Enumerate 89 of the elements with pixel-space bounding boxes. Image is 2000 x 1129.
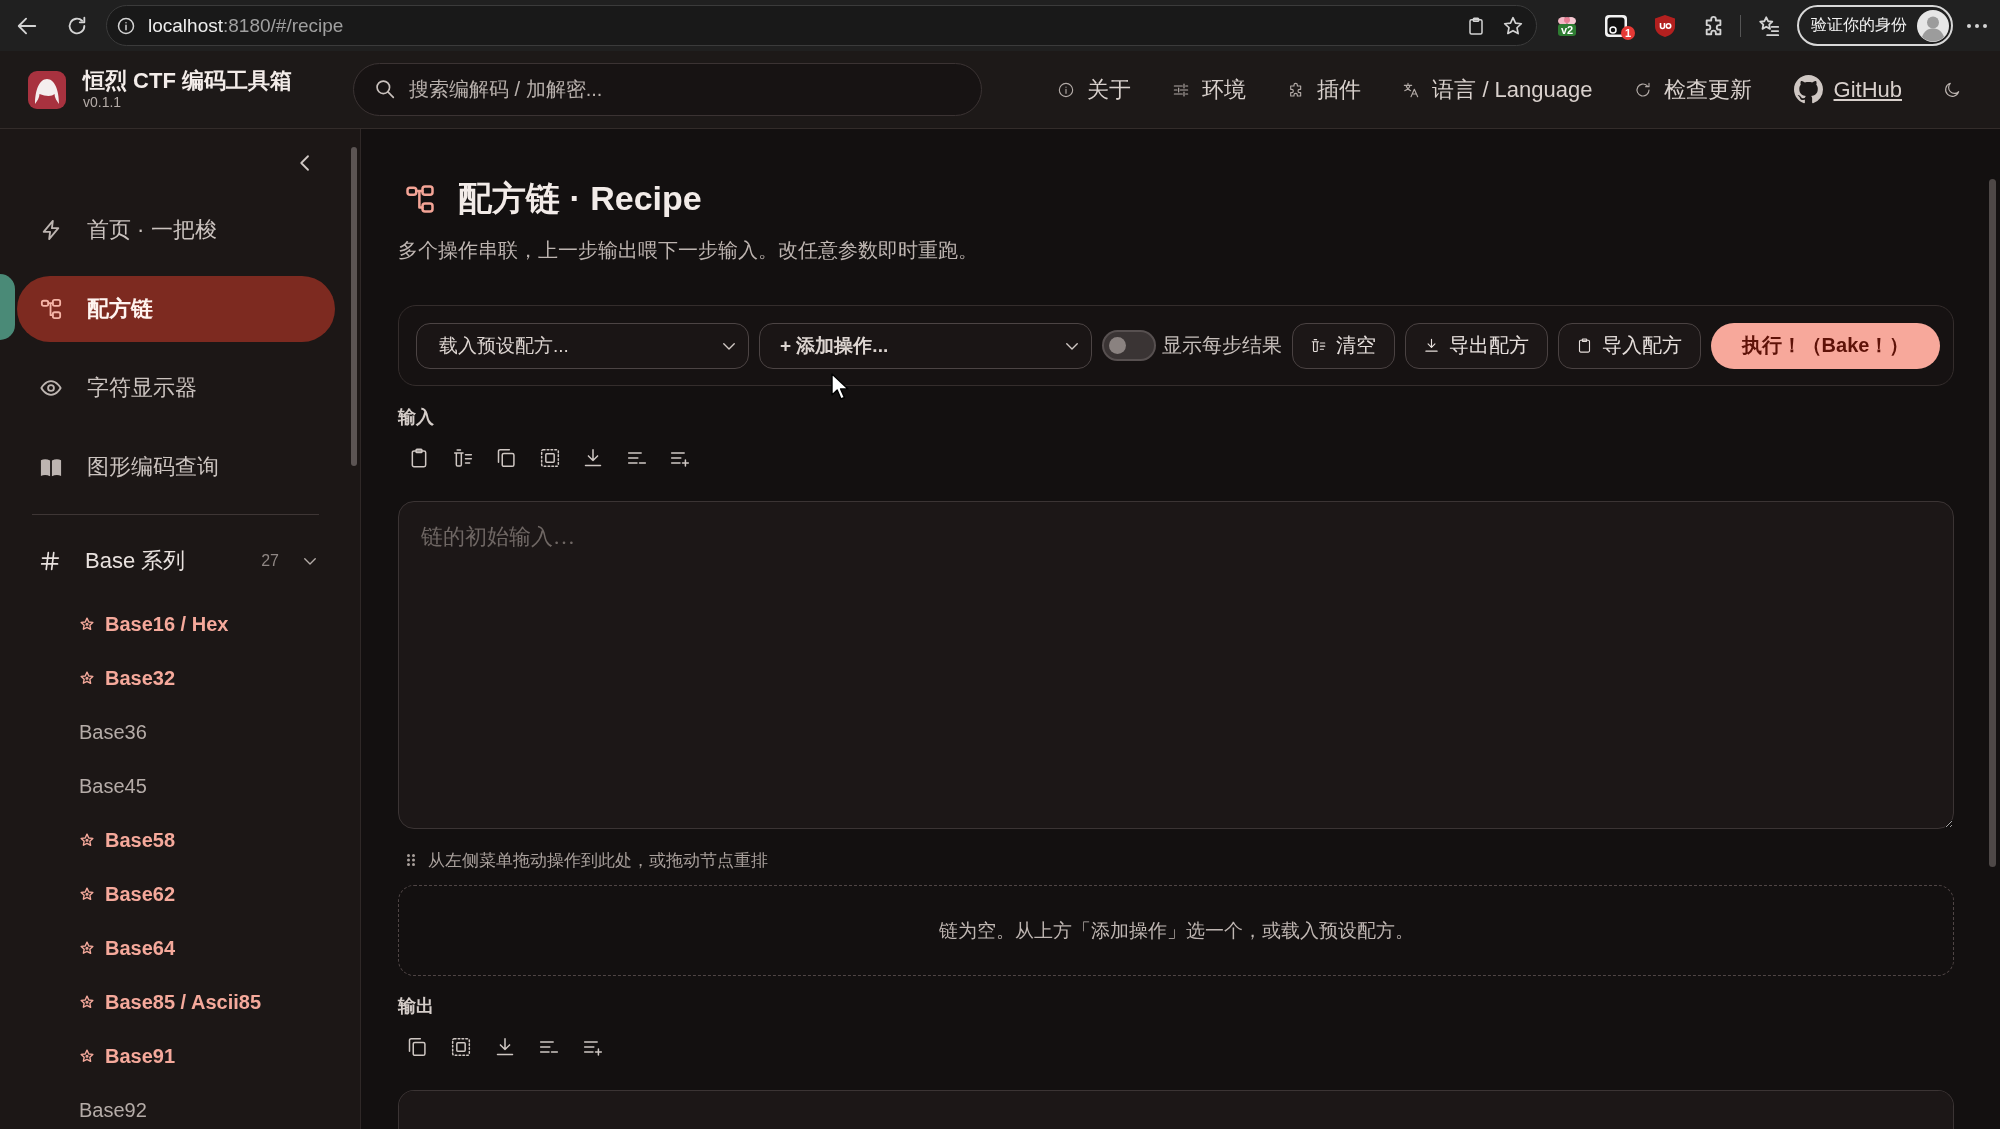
trash-list-icon bbox=[1311, 338, 1326, 353]
sidebar-nav-item[interactable]: 首页 · 一把梭 bbox=[17, 197, 335, 263]
download-icon[interactable] bbox=[583, 448, 603, 468]
select-all-icon[interactable] bbox=[539, 448, 560, 468]
lightning-icon bbox=[40, 219, 62, 241]
hash-icon bbox=[40, 551, 60, 571]
moon-icon[interactable] bbox=[1944, 81, 1960, 98]
sidebar-item[interactable]: Base92 bbox=[79, 1083, 147, 1129]
section-label: 输入 bbox=[398, 406, 434, 429]
sidebar-item[interactable]: Base16 / Hex bbox=[79, 597, 229, 651]
info-icon bbox=[1058, 81, 1075, 98]
star-icon bbox=[80, 1049, 94, 1063]
download-icon bbox=[1424, 338, 1439, 353]
github-icon bbox=[1793, 75, 1823, 104]
search-field[interactable]: 搜索编解码 / 加解密... bbox=[353, 63, 982, 116]
sidebar-item[interactable]: Base85 / Ascii85 bbox=[79, 975, 262, 1029]
sidebar-nav-item[interactable]: 配方链 bbox=[17, 276, 335, 342]
reload-icon[interactable] bbox=[66, 14, 88, 37]
section-label: 输出 bbox=[398, 995, 434, 1018]
star-list-icon[interactable] bbox=[1758, 14, 1780, 37]
search-icon bbox=[375, 79, 395, 99]
copy-icon[interactable] bbox=[496, 448, 516, 468]
clipboard-icon[interactable] bbox=[1467, 16, 1485, 35]
sidebar-item[interactable]: Base36 bbox=[79, 705, 147, 759]
group-title[interactable]: Base 系列 bbox=[85, 546, 186, 576]
header-nav-button[interactable]: 插件 bbox=[1288, 74, 1362, 105]
clipboard-icon[interactable] bbox=[409, 448, 429, 468]
avatar-icon bbox=[1917, 9, 1949, 42]
empty-chain-message: 链为空。从上方「添加操作」选一个，或载入预设配方。 bbox=[938, 918, 1414, 943]
cursor-icon bbox=[831, 373, 849, 400]
translate-icon bbox=[1403, 81, 1420, 98]
star-icon bbox=[80, 617, 94, 631]
bake-button[interactable]: 执行！（Bake！） bbox=[1711, 322, 1940, 369]
select-all-icon[interactable] bbox=[451, 1037, 471, 1057]
header-nav-button[interactable]: 环境 bbox=[1173, 74, 1247, 105]
flower-icon bbox=[1558, 15, 1576, 25]
star-icon bbox=[80, 671, 94, 685]
dropdown[interactable]: 载入预设配方... bbox=[416, 322, 749, 369]
clipboard-icon bbox=[1577, 338, 1592, 353]
sidebar-nav-item[interactable]: 图形编码查询 bbox=[17, 434, 335, 500]
header-nav-button[interactable]: 关于 bbox=[1058, 74, 1132, 105]
header-nav-button[interactable]: 检查更新 bbox=[1634, 74, 1752, 105]
refresh-icon bbox=[1634, 81, 1651, 98]
toolbar-button[interactable]: 导出配方 bbox=[1405, 322, 1548, 369]
sidebar-item[interactable]: Base32 bbox=[79, 651, 176, 705]
sidebar-item[interactable]: Base45 bbox=[79, 759, 147, 813]
dropdown[interactable]: + 添加操作... bbox=[759, 322, 1092, 369]
page-subtitle: 多个操作串联，上一步输出喂下一步输入。改任意参数即时重跑。 bbox=[398, 238, 978, 263]
sidebar-item[interactable]: Base62 bbox=[79, 867, 176, 921]
sidebar-item[interactable]: Base91 bbox=[79, 1029, 176, 1083]
trash-list-icon[interactable] bbox=[452, 448, 473, 468]
address-text[interactable]: localhost:8180/#/recipe bbox=[148, 14, 344, 37]
app-logo-icon bbox=[28, 70, 66, 109]
square-app-icon[interactable] bbox=[1605, 14, 1627, 37]
item-count: 27 bbox=[261, 552, 279, 570]
toolbar-button[interactable]: 导入配方 bbox=[1558, 322, 1701, 369]
toolbar-button[interactable]: 清空 bbox=[1292, 322, 1395, 369]
book-icon bbox=[40, 456, 62, 478]
edge-tab[interactable] bbox=[0, 274, 15, 340]
drag-handle-icon bbox=[407, 854, 415, 866]
address-bar[interactable]: localhost:8180/#/recipe bbox=[106, 5, 1537, 46]
star-icon bbox=[80, 887, 94, 901]
profile-button[interactable]: 验证你的身份 bbox=[1797, 5, 1953, 46]
shield-icon[interactable] bbox=[1655, 14, 1675, 37]
more-icon[interactable] bbox=[1967, 23, 1987, 28]
sliders-icon bbox=[1173, 81, 1190, 98]
header-link[interactable]: GitHub bbox=[1793, 75, 1902, 104]
notification-badge: 1 bbox=[1621, 25, 1635, 40]
download-icon[interactable] bbox=[495, 1037, 515, 1057]
toggle-label: 显示每步结果 bbox=[1162, 333, 1282, 358]
info-icon[interactable] bbox=[117, 16, 135, 35]
input-textarea[interactable]: 链的初始输入… bbox=[398, 501, 1954, 829]
toggle-switch[interactable] bbox=[1102, 330, 1156, 361]
sidebar-nav-item[interactable]: 字符显示器 bbox=[17, 355, 335, 421]
flow-nodes-icon bbox=[405, 184, 435, 214]
page-title: 配方链 · Recipe bbox=[458, 178, 702, 219]
drop-hint: 从左侧菜单拖动操作到此处，或拖动节点重排 bbox=[428, 849, 768, 872]
eye-icon bbox=[40, 377, 62, 399]
app-title: 恒烈 CTF 编码工具箱 bbox=[83, 68, 292, 94]
version-label: v0.1.1 bbox=[83, 94, 122, 111]
header-nav-button[interactable]: 语言 / Language bbox=[1403, 74, 1593, 105]
star-icon bbox=[80, 995, 94, 1009]
star-icon bbox=[80, 941, 94, 955]
sidebar-item[interactable]: Base64 bbox=[79, 921, 176, 975]
star-icon[interactable] bbox=[1503, 15, 1523, 36]
copy-icon[interactable] bbox=[407, 1037, 427, 1057]
star-icon bbox=[80, 833, 94, 847]
flow-nodes-icon bbox=[40, 298, 62, 320]
sidebar-item[interactable]: Base58 bbox=[79, 813, 176, 867]
